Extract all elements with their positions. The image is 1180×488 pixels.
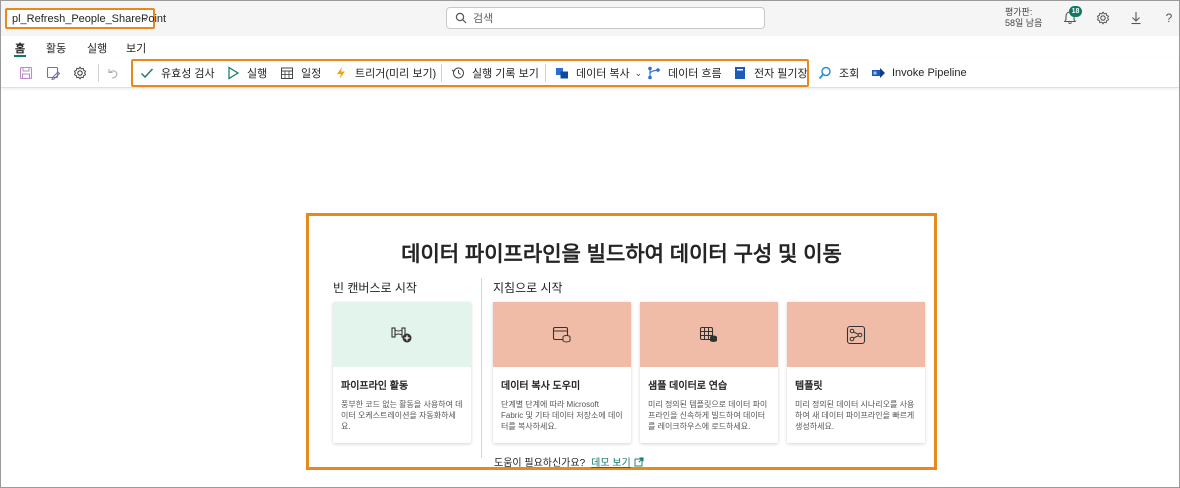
invoke-pipeline-icon: [870, 65, 886, 81]
search-placeholder: 검색: [473, 13, 494, 25]
dataflow-label: 데이터 흐름: [668, 68, 722, 80]
lightning-icon: [333, 65, 349, 81]
pipeline-activity-icon: [391, 326, 412, 342]
external-link-icon: [634, 457, 644, 466]
copy-assistant-icon: [552, 326, 571, 342]
guided-heading: 지침으로 시작: [493, 281, 563, 295]
search-box[interactable]: 검색: [446, 7, 765, 29]
copy-assistant-card[interactable]: 데이터 복사 도우미 단계별 단계에 따라 Microsoft Fabric 및…: [493, 302, 631, 443]
help-text: 도움이 필요하신가요?: [494, 458, 586, 469]
copy-data-dropdown[interactable]: 데이터 복사 ⌄: [554, 65, 642, 81]
notifications-button[interactable]: 18: [1062, 6, 1082, 28]
save-as-icon: [46, 66, 60, 80]
blank-canvas-heading: 빈 캔버스로 시작: [333, 281, 417, 295]
history-icon: [450, 65, 466, 81]
run-label: 실행: [247, 68, 268, 80]
dataflow-button[interactable]: 데이터 흐름: [646, 65, 722, 81]
active-tab-indicator: [14, 55, 26, 57]
dataflow-icon: [646, 65, 662, 81]
question-icon: ?: [1165, 11, 1173, 25]
card-description: 미리 정의된 템플릿으로 데이터 파이프라인을 신속하게 빌드하여 데이터를 레…: [648, 400, 768, 431]
card-description: 단계별 단계에 따라 Microsoft Fabric 및 기타 데이터 저장소…: [501, 400, 623, 431]
toolbar-separator: [441, 64, 442, 82]
tab-activities[interactable]: 활동: [46, 40, 66, 56]
card-title: 데이터 복사 도우미: [501, 381, 581, 392]
chevron-down-icon: ⌄: [141, 13, 149, 23]
undo-icon: [108, 69, 118, 79]
section-divider: [481, 278, 482, 458]
tab-home[interactable]: 홈: [15, 40, 25, 56]
lookup-icon: [817, 65, 833, 81]
schedule-label: 일정: [301, 68, 322, 80]
notebook-icon: [732, 65, 748, 81]
save-icon: [19, 66, 33, 80]
pipeline-activity-card[interactable]: 파이프라인 활동 풍부한 코드 없는 활동을 사용하여 데이터 오케스트레이션을…: [333, 302, 471, 443]
help-row: 도움이 필요하신가요? 데모 보기: [494, 454, 644, 469]
save-as-button[interactable]: [45, 65, 61, 81]
card-banner: [787, 302, 925, 367]
gear-icon: [73, 66, 87, 80]
copy-data-label: 데이터 복사: [576, 68, 630, 80]
settings-toolbar-button[interactable]: [72, 65, 88, 81]
tab-view[interactable]: 보기: [126, 40, 146, 56]
trial-label: 평가판:: [1005, 7, 1033, 17]
check-icon: [139, 65, 155, 81]
get-started-panel: 데이터 파이프라인을 빌드하여 데이터 구성 및 이동 빈 캔버스로 시작 지침…: [306, 213, 937, 470]
view-run-history-label: 실행 기록 보기: [472, 68, 539, 80]
trial-status[interactable]: 평가판: 58일 남음: [1005, 7, 1042, 29]
notebook-label: 전자 필기장: [754, 68, 808, 80]
gear-icon: [1096, 11, 1110, 25]
search-icon: [455, 12, 467, 24]
ribbon-tabs: 홈 활동 실행 보기: [1, 36, 1179, 58]
notebook-button[interactable]: 전자 필기장: [732, 65, 808, 81]
invoke-pipeline-label: Invoke Pipeline: [892, 67, 967, 79]
view-run-history-button[interactable]: 실행 기록 보기: [450, 65, 539, 81]
trigger-button[interactable]: 트리거(미리 보기): [333, 65, 436, 81]
validate-label: 유효성 검사: [161, 68, 215, 80]
play-icon: [225, 65, 241, 81]
tab-run[interactable]: 실행: [87, 40, 107, 56]
invoke-pipeline-button[interactable]: Invoke Pipeline: [870, 65, 967, 81]
ribbon-toolbar: 유효성 검사 실행 일정 트리거(미리 보기) 실행 기록 보기 데이터 복사 …: [1, 58, 1179, 88]
schedule-button[interactable]: 일정: [279, 65, 321, 81]
trigger-label: 트리거(미리 보기): [355, 68, 437, 80]
card-title: 샘플 데이터로 연습: [648, 381, 728, 392]
toolbar-separator: [98, 64, 99, 82]
validate-button[interactable]: 유효성 검사: [139, 65, 215, 81]
lookup-label: 조회: [839, 68, 860, 80]
sample-data-icon: [699, 326, 717, 342]
copy-data-icon: [554, 65, 570, 81]
chevron-down-icon: ⌄: [634, 67, 643, 78]
template-card[interactable]: 템플릿 미리 정의된 데이터 시나리오를 사용하여 새 데이터 파이프라인을 빠…: [787, 302, 925, 443]
help-button[interactable]: ?: [1161, 10, 1177, 26]
notification-badge: 18: [1069, 6, 1082, 17]
toolbar-separator: [545, 64, 546, 82]
undo-button[interactable]: [105, 65, 121, 81]
settings-button[interactable]: [1095, 10, 1111, 26]
template-icon: [846, 325, 866, 344]
calendar-icon: [279, 65, 295, 81]
trial-days-left: 58일 남음: [1005, 18, 1043, 28]
card-title: 파이프라인 활동: [341, 381, 409, 392]
run-button[interactable]: 실행: [225, 65, 267, 81]
card-banner: [493, 302, 631, 367]
card-description: 미리 정의된 데이터 시나리오를 사용하여 새 데이터 파이프라인을 빠르게 생…: [795, 400, 915, 431]
download-icon: [1131, 12, 1141, 25]
card-description: 풍부한 코드 없는 활동을 사용하여 데이터 오케스트레이션을 자동화하세요.: [341, 400, 463, 431]
top-bar: pl_Refresh_People_SharePoint ⌄ 검색 평가판: 5…: [1, 1, 1179, 36]
pipeline-name-dropdown[interactable]: pl_Refresh_People_SharePoint ⌄: [5, 8, 166, 29]
card-banner: [333, 302, 471, 367]
card-banner: [640, 302, 778, 367]
download-button[interactable]: [1128, 10, 1144, 26]
sample-data-card[interactable]: 샘플 데이터로 연습 미리 정의된 템플릿으로 데이터 파이프라인을 신속하게 …: [640, 302, 778, 443]
card-title: 템플릿: [795, 381, 823, 392]
save-button[interactable]: [18, 65, 34, 81]
page-title: 데이터 파이프라인을 빌드하여 데이터 구성 및 이동: [401, 243, 842, 266]
demo-link[interactable]: 데모 보기: [591, 454, 631, 469]
lookup-button[interactable]: 조회: [817, 65, 859, 81]
